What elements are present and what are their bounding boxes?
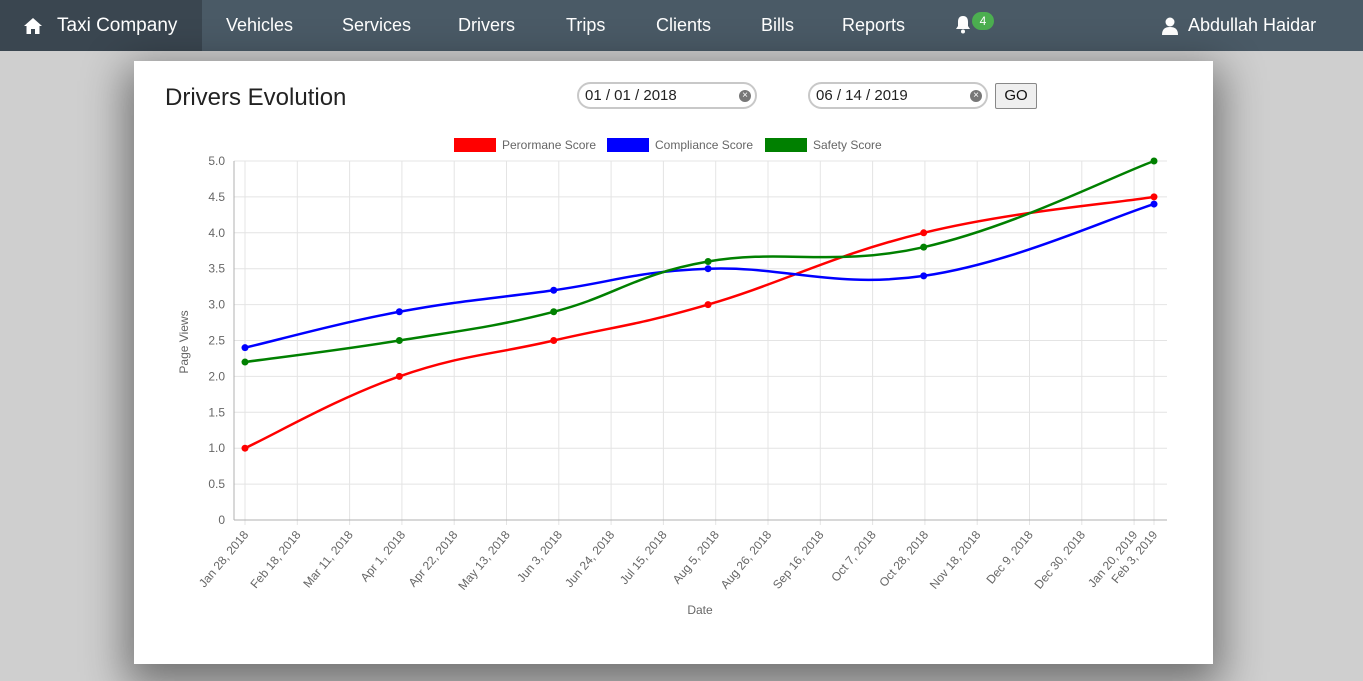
data-point[interactable] — [704, 301, 712, 309]
x-axis-label: Date — [687, 603, 713, 617]
nav-bills[interactable]: Bills — [761, 15, 794, 36]
y-tick-label: 1.5 — [208, 405, 225, 419]
data-point[interactable] — [704, 265, 712, 273]
x-tick-label: Oct 7, 2018 — [828, 528, 879, 585]
data-point[interactable] — [395, 372, 403, 380]
x-tick-label: Jun 3, 2018 — [514, 528, 565, 585]
x-tick-label: Jul 15, 2018 — [617, 528, 670, 587]
series-line-2 — [244, 159, 1155, 364]
data-point[interactable] — [395, 337, 403, 344]
x-tick-label: Mar 11, 2018 — [300, 528, 356, 591]
bell-icon[interactable] — [954, 15, 972, 35]
data-point[interactable] — [550, 337, 558, 344]
y-tick-label: 0 — [218, 513, 225, 527]
notification-badge: 4 — [972, 12, 994, 30]
y-tick-label: 4.0 — [208, 226, 225, 240]
user-name: Abdullah Haidar — [1188, 15, 1317, 35]
data-point[interactable] — [920, 243, 928, 251]
data-point[interactable] — [920, 272, 928, 280]
home-icon — [24, 17, 42, 34]
chart-legend: Perormane Score Compliance Score Safety Sc… — [454, 138, 882, 152]
data-point[interactable] — [1150, 157, 1158, 165]
data-point[interactable] — [550, 286, 558, 294]
data-point[interactable] — [1150, 200, 1158, 208]
y-tick-label: 2.5 — [208, 334, 225, 348]
chart-card: Drivers Evolution 01 / 01 / 2018 × 06 / … — [134, 61, 1213, 664]
legend-swatch — [765, 138, 807, 152]
nav-services[interactable]: Services — [342, 15, 411, 36]
nav-drivers[interactable]: Drivers — [458, 15, 515, 36]
data-point[interactable] — [241, 344, 249, 352]
x-tick-label: Aug 5, 2018 — [670, 528, 723, 587]
x-tick-label: Dec 9, 2018 — [983, 528, 1036, 587]
user-menu[interactable]: Abdullah Haidar — [1161, 15, 1316, 36]
top-navbar: Taxi Company Vehicles Services Drivers T… — [0, 0, 1363, 51]
data-point[interactable] — [1150, 193, 1158, 201]
brand-link[interactable]: Taxi Company — [0, 0, 202, 51]
nav-clients[interactable]: Clients — [656, 15, 711, 36]
y-tick-label: 2.0 — [208, 369, 225, 383]
y-axis-label: Page Views — [177, 310, 191, 373]
data-point[interactable] — [241, 444, 249, 452]
x-tick-label: Apr 22, 2018 — [406, 528, 461, 590]
y-tick-label: 3.0 — [208, 298, 225, 312]
legend-label[interactable]: Compliance Score — [655, 138, 753, 152]
data-point[interactable] — [241, 358, 249, 366]
x-tick-label: May 13, 2018 — [455, 528, 513, 593]
series-line-0 — [244, 195, 1155, 450]
legend-label[interactable]: Safety Score — [813, 138, 882, 152]
line-chart: 0 0.5 1.0 1.5 2.0 2.5 3.0 3.5 4.0 4.5 5.0 Jan 28, 2… — [177, 138, 1167, 617]
y-tick-label: 1.0 — [208, 441, 225, 455]
x-tick-label: Dec 30, 2018 — [1031, 528, 1088, 592]
x-tick-label: Nov 18, 2018 — [927, 528, 984, 592]
nav-reports[interactable]: Reports — [842, 15, 905, 36]
legend-swatch — [607, 138, 649, 152]
data-point[interactable] — [550, 308, 558, 316]
x-tick-label: Aug 26, 2018 — [718, 528, 775, 592]
series-line-1 — [244, 202, 1155, 349]
brand-label: Taxi Company — [57, 14, 178, 36]
data-point[interactable] — [704, 258, 712, 266]
nav-trips[interactable]: Trips — [566, 15, 605, 36]
user-icon — [1162, 17, 1178, 35]
y-tick-label: 5.0 — [208, 154, 225, 168]
nav-vehicles[interactable]: Vehicles — [226, 15, 293, 36]
x-tick-label: Apr 1, 2018 — [358, 528, 409, 585]
legend-label[interactable]: Perormane Score — [502, 138, 596, 152]
x-tick-label: Jun 24, 2018 — [562, 528, 618, 590]
y-tick-label: 4.5 — [208, 190, 225, 204]
legend-swatch — [454, 138, 496, 152]
chart-axes: 0 0.5 1.0 1.5 2.0 2.5 3.0 3.5 4.0 4.5 5.0 Jan 28, 2… — [196, 154, 1167, 593]
x-tick-label: Sep 16, 2018 — [770, 528, 827, 592]
y-tick-label: 3.5 — [208, 262, 225, 276]
data-point[interactable] — [395, 308, 403, 316]
x-tick-label: Feb 18, 2018 — [247, 528, 303, 591]
x-tick-label: Jan 28, 2018 — [196, 528, 252, 590]
x-tick-label: Oct 28, 2018 — [876, 528, 931, 590]
y-tick-label: 0.5 — [208, 477, 225, 491]
data-point[interactable] — [920, 229, 928, 237]
